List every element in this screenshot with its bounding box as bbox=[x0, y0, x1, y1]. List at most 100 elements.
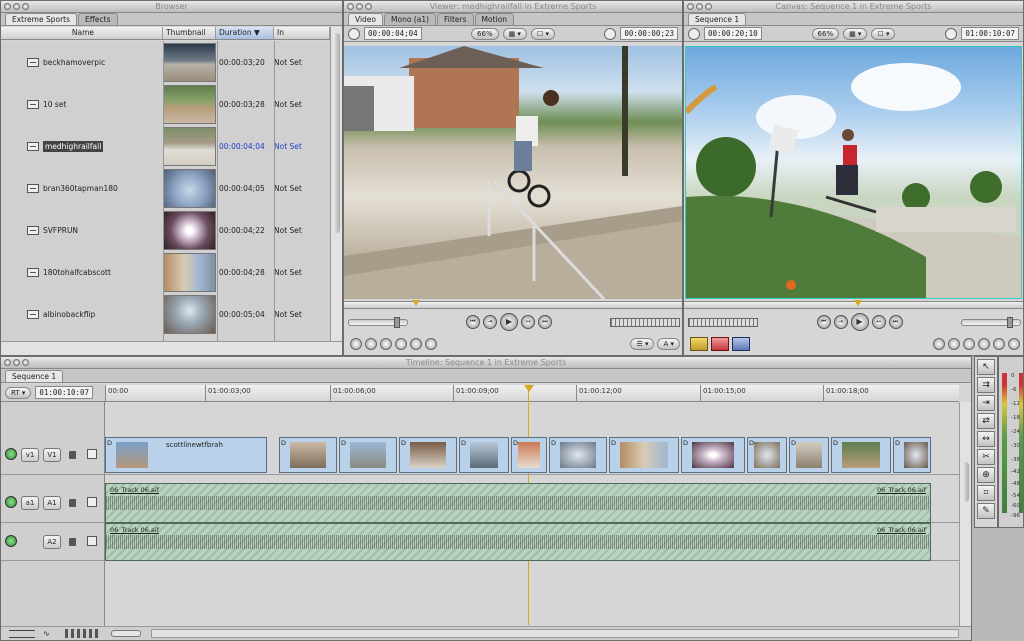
add-marker-button[interactable] bbox=[395, 338, 407, 350]
zoom-tool[interactable]: ⊕ bbox=[977, 467, 995, 483]
viewer-titlebar[interactable]: Viewer: medhighrailfall in Extreme Sport… bbox=[344, 1, 682, 13]
mark-in-button[interactable] bbox=[933, 338, 945, 350]
jog-control[interactable] bbox=[688, 317, 758, 327]
column-thumbnail[interactable]: Thumbnail bbox=[163, 27, 216, 39]
mark-out-button[interactable] bbox=[425, 338, 437, 350]
timeline-horizontal-scrollbar[interactable] bbox=[151, 629, 959, 638]
match-frame-button[interactable] bbox=[1008, 338, 1020, 350]
window-controls[interactable] bbox=[4, 3, 29, 10]
display-popup[interactable]: ☐ ▾ bbox=[530, 27, 555, 40]
browser-titlebar[interactable]: Browser bbox=[1, 1, 342, 13]
tab-video[interactable]: Video bbox=[348, 13, 384, 25]
view-popup[interactable]: ▦ ▾ bbox=[843, 27, 868, 40]
canvas-current-timecode[interactable]: 01:00:10:07 bbox=[961, 27, 1019, 40]
mark-clip-button[interactable] bbox=[993, 338, 1005, 350]
window-controls[interactable] bbox=[347, 3, 372, 10]
canvas-video-frame[interactable] bbox=[685, 46, 1022, 299]
zoom-button[interactable] bbox=[365, 3, 372, 10]
video-clip[interactable]: D bbox=[399, 437, 457, 473]
play-in-out-button[interactable]: ⇥ bbox=[833, 315, 848, 329]
canvas-duration-timecode[interactable]: 00:00:20;10 bbox=[704, 27, 762, 40]
zoom-popup[interactable]: 66% bbox=[811, 27, 840, 40]
zoom-popup[interactable]: 66% bbox=[471, 27, 499, 40]
window-controls[interactable] bbox=[687, 3, 712, 10]
lock-icon[interactable] bbox=[69, 451, 76, 459]
mark-out-button[interactable] bbox=[948, 338, 960, 350]
window-controls[interactable] bbox=[4, 359, 29, 366]
timeline-vertical-scrollbar[interactable] bbox=[959, 402, 971, 626]
timeline-current-timecode[interactable]: 01:00:10:07 bbox=[35, 386, 94, 399]
auto-select-icon[interactable] bbox=[87, 449, 97, 459]
play-button[interactable]: ▶ bbox=[850, 313, 869, 331]
close-button[interactable] bbox=[687, 3, 694, 10]
shuttle-icon[interactable] bbox=[688, 27, 700, 40]
video-clip[interactable]: D bbox=[747, 437, 787, 473]
add-marker-button[interactable] bbox=[978, 338, 990, 350]
list-item[interactable]: 10 set 00:00:03;28 Not Set bbox=[1, 83, 330, 125]
next-edit-button[interactable]: ⏭ bbox=[538, 315, 552, 329]
pen-tool[interactable]: ✎ bbox=[977, 503, 995, 519]
previous-edit-button[interactable]: ⏮ bbox=[816, 315, 831, 329]
close-button[interactable] bbox=[347, 3, 354, 10]
crop-tool[interactable]: ⌗ bbox=[977, 485, 995, 501]
play-in-out-button[interactable]: ⇥ bbox=[483, 315, 497, 329]
playhead-icon[interactable] bbox=[524, 385, 534, 392]
viewer-video-frame[interactable] bbox=[344, 46, 682, 299]
browser-horizontal-scrollbar[interactable] bbox=[1, 341, 342, 355]
source-patch-v1[interactable]: v1 bbox=[21, 448, 39, 462]
tab-sequence-1[interactable]: Sequence 1 bbox=[688, 13, 747, 25]
audio-clip[interactable]: 06_Track 06.aif 06_Track 06.aif bbox=[105, 483, 931, 523]
video-clip[interactable]: D scottlinewtfbrah bbox=[105, 437, 267, 473]
source-patch-a1[interactable]: a1 bbox=[21, 496, 39, 510]
video-clip[interactable]: D bbox=[789, 437, 829, 473]
rt-popup[interactable]: RT ▾ bbox=[5, 386, 32, 399]
scrollbar-thumb[interactable] bbox=[333, 33, 340, 233]
auto-select-icon[interactable] bbox=[87, 497, 97, 507]
video-clip[interactable]: D bbox=[549, 437, 607, 473]
column-duration[interactable]: Duration ▼ bbox=[216, 27, 274, 39]
list-item[interactable]: SVFPRUN 00:00:04;22 Not Set bbox=[1, 209, 330, 251]
edit-tool[interactable]: ⇥ bbox=[977, 395, 995, 411]
view-popup[interactable]: ▦ ▾ bbox=[502, 27, 527, 40]
arrow-tool[interactable]: ↖ bbox=[977, 359, 995, 375]
tab-sequence-1[interactable]: Sequence 1 bbox=[5, 370, 64, 382]
video-clip[interactable]: D bbox=[681, 437, 745, 473]
match-frame-button[interactable] bbox=[350, 338, 362, 350]
destination-patch-a2[interactable]: A2 bbox=[43, 535, 61, 549]
list-item[interactable]: bran360tapman180 00:00:04;05 Not Set bbox=[1, 167, 330, 209]
minimize-button[interactable] bbox=[13, 3, 20, 10]
shuttle-slider[interactable] bbox=[348, 316, 408, 328]
track-visibility-icon[interactable] bbox=[5, 448, 17, 460]
tab-mono-a1[interactable]: Mono (a1) bbox=[384, 13, 437, 25]
tab-motion[interactable]: Motion bbox=[474, 13, 514, 25]
track-audible-icon[interactable] bbox=[5, 496, 17, 508]
slip-tool[interactable]: ↔ bbox=[977, 431, 995, 447]
select-track-tool[interactable]: ⇉ bbox=[977, 377, 995, 393]
video-clip[interactable]: D bbox=[339, 437, 397, 473]
replace-edit-button[interactable] bbox=[732, 337, 750, 351]
minimize-button[interactable] bbox=[356, 3, 363, 10]
video-clip[interactable]: D bbox=[609, 437, 679, 473]
mark-clip-button[interactable] bbox=[365, 338, 377, 350]
shuttle-icon[interactable] bbox=[348, 27, 360, 40]
list-item[interactable]: albinobackflip 00:00:05;04 Not Set bbox=[1, 293, 330, 335]
generator-popup[interactable]: A ▾ bbox=[657, 338, 680, 350]
next-edit-button[interactable]: ⏭ bbox=[888, 315, 903, 329]
display-popup[interactable]: ☐ ▾ bbox=[871, 27, 896, 40]
viewer-scrubber-bar[interactable] bbox=[344, 301, 682, 309]
zoom-button[interactable] bbox=[22, 359, 29, 366]
add-keyframe-button[interactable] bbox=[963, 338, 975, 350]
track-audible-icon[interactable] bbox=[5, 535, 17, 547]
video-clip[interactable]: D bbox=[831, 437, 891, 473]
mark-in-button[interactable] bbox=[410, 338, 422, 350]
tab-extreme-sports[interactable]: Extreme Sports bbox=[5, 13, 77, 25]
clip-overlays-icon[interactable]: ∿ bbox=[43, 629, 50, 638]
minimize-button[interactable] bbox=[13, 359, 20, 366]
viewer-duration-timecode[interactable]: 00:00:04;04 bbox=[364, 27, 422, 40]
overwrite-edit-button[interactable] bbox=[711, 337, 729, 351]
scrollbar-thumb[interactable] bbox=[962, 462, 969, 502]
insert-edit-button[interactable] bbox=[690, 337, 708, 351]
recent-clips-popup[interactable]: ☰ ▾ bbox=[630, 338, 655, 350]
auto-select-icon[interactable] bbox=[87, 536, 97, 546]
browser-vertical-scrollbar[interactable] bbox=[330, 27, 342, 341]
